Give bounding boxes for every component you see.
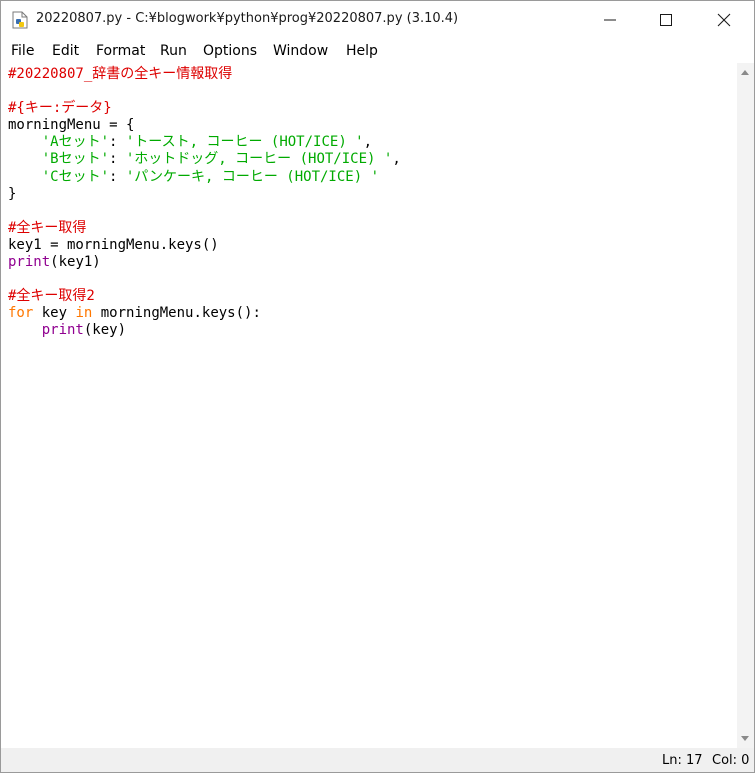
vertical-scrollbar[interactable] <box>737 63 754 748</box>
code-line: morningMenu = { <box>8 117 135 134</box>
status-line-number: Ln: 17 <box>662 753 703 768</box>
maximize-button[interactable] <box>637 1 695 39</box>
code-string: 'Aセット' <box>41 134 110 151</box>
menu-file[interactable]: File <box>11 43 34 59</box>
code-text[interactable]: #20220807_辞書の全キー情報取得 #{キー:データ} morningMe… <box>8 66 401 340</box>
code-punct: : <box>109 151 126 168</box>
code-punct: : <box>109 168 126 185</box>
menu-edit[interactable]: Edit <box>52 43 79 59</box>
code-keyword: for <box>8 305 34 322</box>
code-keyword: in <box>75 305 93 322</box>
close-button[interactable] <box>695 1 753 39</box>
code-line: (key1) <box>50 254 101 271</box>
window-title: 20220807.py - C:¥blogwork¥python¥prog¥20… <box>36 11 459 26</box>
menu-format[interactable]: Format <box>96 43 145 59</box>
menu-help[interactable]: Help <box>346 43 378 59</box>
code-comment: #全キー取得 <box>8 219 87 236</box>
code-string: 'Cセット' <box>41 168 110 185</box>
scroll-up-icon[interactable] <box>741 70 749 75</box>
code-string: 'トースト, コーヒー (HOT/ICE) ' <box>125 134 364 151</box>
python-file-icon <box>12 11 28 29</box>
minimize-button[interactable] <box>581 1 639 39</box>
code-line: key1 = morningMenu.keys() <box>8 236 219 253</box>
title-bar[interactable]: 20220807.py - C:¥blogwork¥python¥prog¥20… <box>1 1 754 39</box>
code-line: (key) <box>83 322 127 339</box>
code-comment: #全キー取得2 <box>8 288 95 305</box>
menu-options[interactable]: Options <box>203 43 257 59</box>
code-builtin: print <box>8 254 51 271</box>
close-icon <box>717 13 731 27</box>
code-string: 'Bセット' <box>41 151 110 168</box>
code-line: key <box>33 305 76 322</box>
code-line: morningMenu.keys(): <box>92 305 261 322</box>
code-comment: #20220807_辞書の全キー情報取得 <box>8 66 233 82</box>
code-editor[interactable]: #20220807_辞書の全キー情報取得 #{キー:データ} morningMe… <box>1 63 737 748</box>
scroll-down-icon[interactable] <box>741 736 749 741</box>
idle-editor-window: 20220807.py - C:¥blogwork¥python¥prog¥20… <box>0 0 755 773</box>
minimize-icon <box>604 19 616 21</box>
status-bar: Ln: 17 Col: 0 <box>1 748 754 772</box>
menu-window[interactable]: Window <box>273 43 328 59</box>
code-string: 'ホットドッグ, コーヒー (HOT/ICE) ' <box>125 151 393 168</box>
menu-run[interactable]: Run <box>160 43 187 59</box>
menu-bar: File Edit Format Run Options Window Help <box>1 39 754 63</box>
code-string: 'パンケーキ, コーヒー (HOT/ICE) ' <box>125 168 380 185</box>
status-column-number: Col: 0 <box>712 753 750 768</box>
code-comment: #{キー:データ} <box>8 100 112 117</box>
code-builtin: print <box>41 322 84 339</box>
code-punct: : <box>109 134 126 151</box>
code-line: } <box>8 185 17 202</box>
maximize-icon <box>660 14 672 26</box>
